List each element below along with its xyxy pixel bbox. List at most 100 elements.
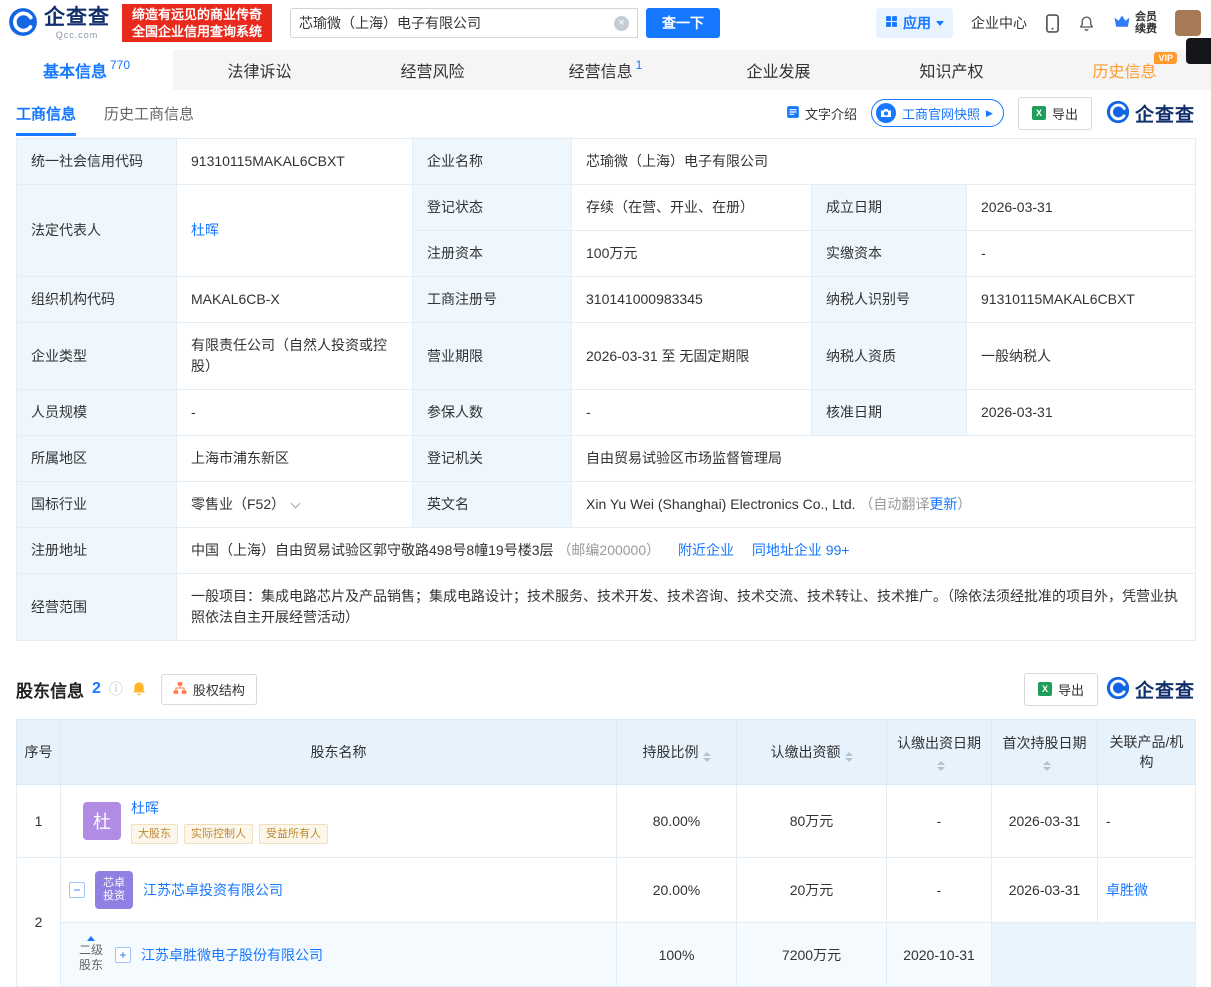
taxpayer-quality-label: 纳税人资质 bbox=[811, 322, 967, 390]
primary-tab-bar: 基本信息 770 法律诉讼 经营风险 经营信息 1 企业发展 知识产权 历史信息 V… bbox=[0, 50, 1211, 90]
legal-rep-link[interactable]: 杜晖 bbox=[191, 222, 219, 238]
clear-icon[interactable]: × bbox=[614, 15, 630, 31]
credit-code-label: 统一社会信用代码 bbox=[16, 138, 177, 185]
scope-value: 一般项目：集成电路芯片及产品销售；集成电路设计；技术服务、技术开发、技术咨询、技… bbox=[175, 573, 1197, 641]
equity-structure-label: 股权结构 bbox=[192, 682, 245, 698]
table-row: 人员规模 - 参保人数 - 核准日期 2026-03-31 bbox=[16, 389, 1197, 436]
sort-icon bbox=[1042, 761, 1051, 771]
row2-amount: 20万元 bbox=[736, 857, 887, 923]
export-button[interactable]: X 导出 bbox=[1017, 96, 1092, 130]
row2-ratio: 20.00% bbox=[616, 857, 737, 923]
member-renew-button[interactable]: 会员 续费 bbox=[1113, 11, 1157, 35]
text-intro-label: 文字介绍 bbox=[805, 106, 858, 122]
subtab-business-info[interactable]: 工商信息 bbox=[16, 90, 77, 136]
reg-authority-label: 登记机关 bbox=[412, 435, 572, 482]
apps-label: 应用 bbox=[903, 15, 931, 31]
row2-related: 卓胜微 bbox=[1097, 857, 1196, 923]
related-product-link[interactable]: 卓胜微 bbox=[1106, 882, 1148, 898]
shareholders-export-label: 导出 bbox=[1057, 682, 1084, 698]
shareholders-table: 序号 股东名称 持股比例 认缴出资额 认缴出资日期 首次持股日期 关联产品/机构… bbox=[16, 719, 1196, 987]
org-chart-icon bbox=[173, 681, 187, 698]
paid-capital-label: 实缴资本 bbox=[811, 230, 967, 277]
company-type-value: 有限责任公司（自然人投资或控股） bbox=[176, 322, 413, 390]
industry-chevron-down-icon[interactable] bbox=[290, 498, 301, 509]
qcc-logo[interactable]: 企查查 Qcc.com bbox=[8, 7, 110, 40]
col-ratio-sortable[interactable]: 持股比例 bbox=[616, 719, 737, 785]
business-term-value: 2026-03-31 至 无固定期限 bbox=[571, 322, 812, 390]
subtab-history-business-info[interactable]: 历史工商信息 bbox=[104, 90, 194, 136]
approval-date-label: 核准日期 bbox=[811, 389, 967, 436]
member-label-1: 会员 bbox=[1135, 11, 1157, 23]
tab-basic-info[interactable]: 基本信息 770 bbox=[0, 50, 173, 90]
shareholder-child-row: 二级 股东 + 江苏卓胜微电子股份有限公司 100% 7200万元 2020-1… bbox=[17, 922, 1196, 987]
shareholder-row: 1 杜 杜晖 大股东 实际控制人 受益所有人 80.00% 80万元 - 202… bbox=[16, 784, 1196, 858]
search-input[interactable] bbox=[299, 15, 615, 31]
tag-actual-controller: 实际控制人 bbox=[184, 824, 253, 844]
enterprise-center-link[interactable]: 企业中心 bbox=[971, 13, 1027, 33]
row2-date: - bbox=[886, 857, 992, 923]
company-name-value: 芯瑜微（上海）电子有限公司 bbox=[570, 138, 1197, 185]
shareholders-export-button[interactable]: X 导出 bbox=[1023, 672, 1098, 706]
establish-date-label: 成立日期 bbox=[811, 184, 967, 231]
taxpayer-quality-value: 一般纳税人 bbox=[965, 322, 1197, 390]
row1-ratio: 80.00% bbox=[616, 784, 737, 858]
table-row: 统一社会信用代码 91310115MAKAL6CBXT 企业名称 芯瑜微（上海）… bbox=[16, 138, 1197, 185]
tab-company-development-label: 企业发展 bbox=[746, 64, 811, 81]
table-row: 国标行业 零售业（F52） 英文名 Xin Yu Wei (Shanghai) … bbox=[16, 481, 1197, 528]
user-avatar[interactable] bbox=[1175, 10, 1201, 36]
en-name-update-link[interactable]: 更新 bbox=[929, 496, 957, 512]
tab-operation-info[interactable]: 经营信息 1 bbox=[519, 50, 692, 90]
info-icon[interactable]: ⓘ bbox=[109, 679, 123, 699]
shareholder-name-link[interactable]: 江苏芯卓投资有限公司 bbox=[143, 880, 283, 900]
header-right-nav: 应用 企业中心 会员 续费 bbox=[876, 8, 1201, 38]
tab-legal-litigation[interactable]: 法律诉讼 bbox=[173, 50, 346, 90]
qcc-brand-mark[interactable]: 企查查 bbox=[1106, 100, 1195, 127]
row1-amount: 80万元 bbox=[736, 784, 887, 858]
col-date-sortable[interactable]: 认缴出资日期 bbox=[886, 719, 992, 785]
play-arrow-icon: ▶ bbox=[986, 107, 993, 118]
row2-first-date: 2026-03-31 bbox=[991, 857, 1098, 923]
text-intro-link[interactable]: 文字介绍 bbox=[786, 104, 857, 123]
notification-bell-icon[interactable] bbox=[1078, 15, 1095, 32]
address-label: 注册地址 bbox=[16, 527, 177, 574]
tab-operation-risk[interactable]: 经营风险 bbox=[346, 50, 519, 90]
org-code-value: MAKAL6CB-X bbox=[176, 276, 413, 323]
expand-button[interactable]: + bbox=[115, 946, 132, 963]
shareholder-name-link[interactable]: 杜晖 bbox=[131, 798, 334, 818]
child-shareholder-name-link[interactable]: 江苏卓胜微电子股份有限公司 bbox=[141, 945, 323, 965]
apps-dropdown[interactable]: 应用 bbox=[876, 8, 953, 38]
table-row: 注册地址 中国（上海）自由贸易试验区郭守敬路498号8幢19号楼3层 （邮编20… bbox=[16, 527, 1197, 574]
table-row: 所属地区 上海市浦东新区 登记机关 自由贸易试验区市场监督管理局 bbox=[16, 435, 1197, 482]
reg-number-label: 工商注册号 bbox=[412, 276, 572, 323]
col-shareholder-name: 股东名称 bbox=[60, 719, 617, 785]
shareholders-section: 股东信息 2 ⓘ 股权结构 X 导出 企查查 序号 股东名称 持股比例 认缴出资… bbox=[16, 667, 1196, 987]
collapse-button[interactable]: − bbox=[69, 882, 85, 898]
shareholder-row: 2 − 芯卓 投资 江苏芯卓投资有限公司 20.00% 20万元 - 2026-0… bbox=[16, 857, 1196, 987]
shareholder-avatar[interactable]: 杜 bbox=[83, 802, 121, 840]
table-row: 企业类型 有限责任公司（自然人投资或控股） 营业期限 2026-03-31 至 … bbox=[16, 322, 1197, 390]
equity-structure-button[interactable]: 股权结构 bbox=[160, 673, 257, 705]
shareholders-titlebar: 股东信息 2 ⓘ 股权结构 X 导出 企查查 bbox=[16, 667, 1195, 711]
qcc-brand-mark[interactable]: 企查查 bbox=[1106, 676, 1195, 703]
tab-intellectual-property[interactable]: 知识产权 bbox=[865, 50, 1038, 90]
search-button[interactable]: 查一下 bbox=[646, 8, 721, 38]
table-row: 组织机构代码 MAKAL6CB-X 工商注册号 310141000983345 … bbox=[16, 276, 1197, 323]
tab-company-development[interactable]: 企业发展 bbox=[692, 50, 865, 90]
en-name-text: Xin Yu Wei (Shanghai) Electronics Co., L… bbox=[586, 496, 856, 512]
col-first-date-sortable[interactable]: 首次持股日期 bbox=[991, 719, 1098, 785]
region-value: 上海市浦东新区 bbox=[176, 435, 413, 482]
shareholder-avatar[interactable]: 芯卓 投资 bbox=[95, 871, 133, 909]
reg-authority-value: 自由贸易试验区市场监督管理局 bbox=[570, 435, 1197, 482]
mobile-phone-icon[interactable] bbox=[1045, 13, 1060, 33]
side-panel-toggle[interactable] bbox=[1186, 38, 1211, 64]
col-amount-sortable[interactable]: 认缴出资额 bbox=[736, 719, 887, 785]
child-empty-cell bbox=[991, 922, 1196, 987]
industry-label: 国标行业 bbox=[16, 481, 177, 528]
official-snapshot-button[interactable]: 工商官网快照 ▶ bbox=[871, 99, 1004, 127]
monitor-bell-icon[interactable] bbox=[131, 681, 147, 697]
address-value: 中国（上海）自由贸易试验区郭守敬路498号8幢19号楼3层 （邮编200000）… bbox=[175, 527, 1197, 574]
company-name-label: 企业名称 bbox=[412, 138, 572, 185]
nearby-companies-link[interactable]: 附近企业 bbox=[678, 542, 734, 558]
snapshot-label: 工商官网快照 bbox=[902, 106, 981, 122]
same-address-companies-link[interactable]: 同地址企业 99+ bbox=[752, 542, 850, 558]
